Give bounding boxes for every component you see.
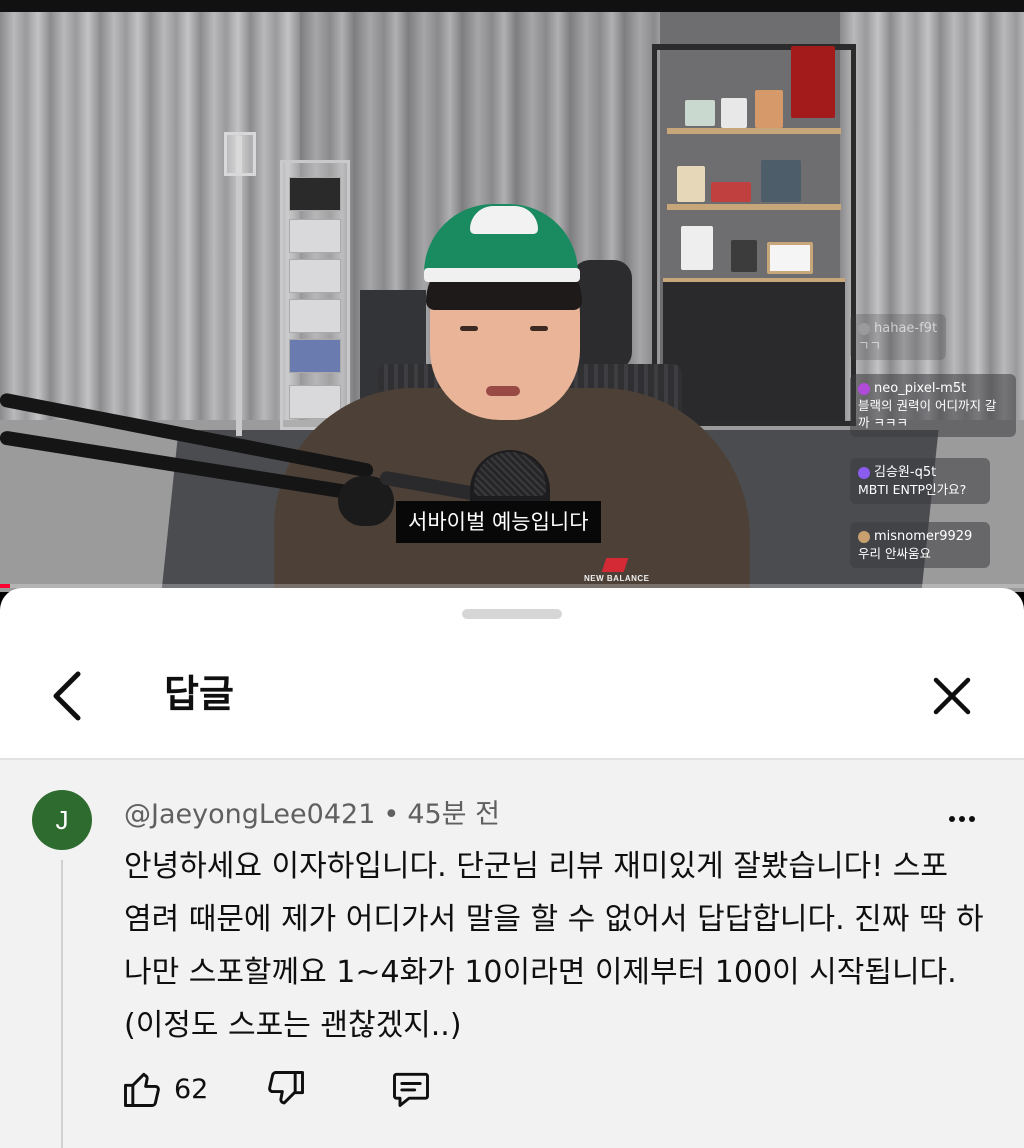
replies-sheet: 답글 J @JaeyongLee0421 • 45분 전 안녕하세요 이자하입니다.…: [0, 588, 1024, 1148]
chat-message: 김승원-q5t MBTI ENTP인가요?: [850, 458, 990, 504]
chat-message-text: MBTI ENTP인가요?: [858, 482, 967, 497]
floor-lamp-pole: [236, 136, 242, 436]
video-player[interactable]: NEW BALANCE 서바이벌 예능입니다 hahae-f9t ㄱㄱ neo_pi…: [0, 0, 1024, 592]
comment-author[interactable]: @JaeyongLee0421: [124, 799, 375, 830]
thumbs-up-icon: [124, 1072, 160, 1107]
video-progress-fill: [0, 584, 11, 588]
chat-avatar-icon: [858, 530, 870, 543]
chat-message-text: 블랙의 권력이 어디까지 갈 까 ㅋㅋㅋ: [858, 398, 997, 430]
video-subtitle: 서바이벌 예능입니다: [396, 501, 601, 543]
brand-logo: [601, 558, 629, 572]
chat-username: hahae-f9t: [858, 320, 938, 337]
comment-meta: @JaeyongLee0421 • 45분 전: [124, 792, 500, 831]
chat-username-text: 김승원-q5t: [874, 465, 937, 480]
shirt-brand-text: NEW BALANCE: [584, 574, 650, 583]
drag-handle[interactable]: [462, 609, 562, 619]
comment-item: J @JaeyongLee0421 • 45분 전 안녕하세요 이자하입니다. 단군…: [0, 760, 1024, 1148]
chevron-left-icon: [53, 671, 81, 721]
chat-avatar-icon: [858, 322, 870, 335]
chat-username: 김승원-q5t: [858, 464, 982, 481]
chat-username-text: misnomer9929: [874, 529, 973, 544]
like-count: 62: [174, 1073, 209, 1105]
status-strip: [0, 0, 1024, 12]
floor-lamp-shade: [224, 132, 256, 176]
chat-message: misnomer9929 우리 안싸움요: [850, 522, 990, 568]
comment-text: 안녕하세요 이자하입니다. 단군님 리뷰 재미있게 잘봤습니다! 스포 염려 때…: [124, 849, 984, 1043]
thumbs-down-icon: [268, 1071, 304, 1105]
sheet-header: 답글: [0, 624, 1024, 758]
chat-username: misnomer9929: [858, 528, 982, 545]
back-button[interactable]: [40, 668, 96, 724]
more-options-button[interactable]: [942, 804, 982, 834]
chat-message: hahae-f9t ㄱㄱ: [850, 314, 946, 360]
close-icon: [933, 677, 971, 715]
author-avatar[interactable]: J: [32, 790, 92, 850]
chat-avatar-icon: [858, 466, 870, 479]
reply-icon: [393, 1072, 429, 1107]
more-vertical-icon: [949, 816, 955, 822]
chat-message: neo_pixel-m5t 블랙의 권력이 어디까지 갈 까 ㅋㅋㅋ: [850, 374, 1016, 437]
chat-avatar-icon: [858, 382, 870, 395]
comment-time: 45분 전: [407, 799, 500, 830]
chat-username: neo_pixel-m5t: [858, 380, 1008, 397]
reply-button[interactable]: [388, 1064, 434, 1114]
reply-thread-line: [61, 860, 63, 1148]
like-button[interactable]: 62: [120, 1064, 208, 1114]
comment-actions: 62: [120, 1064, 520, 1114]
sheet-title: 답글: [164, 672, 234, 716]
meta-separator: •: [383, 799, 400, 830]
chat-username-text: neo_pixel-m5t: [874, 381, 967, 396]
chat-username-text: hahae-f9t: [874, 321, 938, 336]
chat-message-text: 우리 안싸움요: [858, 546, 931, 561]
dislike-button[interactable]: [264, 1064, 308, 1114]
close-button[interactable]: [924, 668, 980, 724]
chat-message-text: ㄱㄱ: [858, 338, 882, 353]
